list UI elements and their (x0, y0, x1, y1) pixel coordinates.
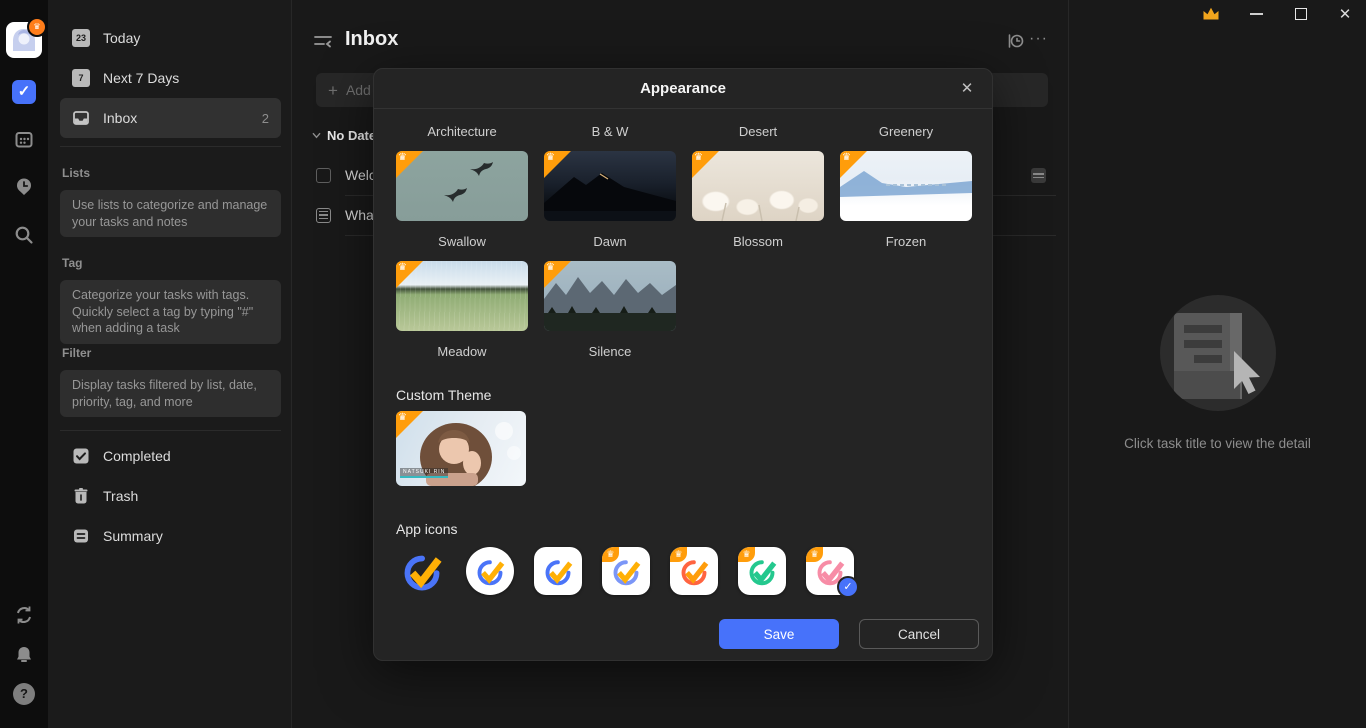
premium-crown-corner-icon (544, 151, 571, 178)
sidebar-item-label: Next 7 Days (103, 70, 179, 86)
theme-label-swallow[interactable]: Swallow (396, 234, 528, 249)
plus-icon (328, 82, 338, 99)
theme-label-desert[interactable]: Desert (692, 124, 824, 139)
theme-label-frozen[interactable]: Frozen (840, 234, 972, 249)
sidebar-item-label: Trash (103, 488, 138, 504)
sidebar-item-completed[interactable]: Completed (60, 436, 281, 476)
section-header-tag: Tag (62, 256, 82, 270)
theme-label-dawn[interactable]: Dawn (544, 234, 676, 249)
sidebar-item-label: Inbox (103, 110, 137, 126)
chevron-down-icon (312, 131, 321, 140)
calendar-nav-icon[interactable] (12, 127, 36, 151)
app-icon-option-classic[interactable] (398, 547, 446, 595)
filter-help-card: Display tasks filtered by list, date, pr… (60, 370, 281, 417)
sidebar-item-next7days[interactable]: 7 Next 7 Days (60, 58, 281, 98)
theme-label-silence[interactable]: Silence (544, 344, 676, 359)
minimize-button[interactable] (1243, 2, 1269, 26)
tag-help-card: Categorize your tasks with tags. Quickly… (60, 280, 281, 344)
dialog-close-icon[interactable] (958, 80, 976, 98)
premium-badge-icon (27, 17, 47, 37)
appearance-dialog: Appearance Architecture B & W Desert Gre… (373, 68, 993, 661)
sidebar-item-trash[interactable]: Trash (60, 476, 281, 516)
today-calendar-icon: 23 (72, 29, 90, 47)
premium-crown-corner-icon (840, 151, 867, 178)
app-icon-option-green-pro[interactable] (738, 547, 786, 595)
maximize-restore-button[interactable] (1288, 2, 1314, 26)
theme-thumb-silence[interactable] (544, 261, 676, 331)
theme-thumb-dawn[interactable] (544, 151, 676, 221)
sidebar-item-label: Completed (103, 448, 171, 464)
premium-crown-icon[interactable] (1198, 2, 1224, 26)
app-icon-option-white-circle[interactable] (466, 547, 514, 595)
app-root: 23 Today 7 Next 7 Days Inbox 2 Lists Use… (0, 0, 1366, 728)
sidebar-item-label: Today (103, 30, 140, 46)
dialog-title: Appearance (374, 69, 992, 109)
app-icon-option-red-pro[interactable] (670, 547, 718, 595)
theme-thumb-swallow[interactable] (396, 151, 528, 221)
icon-rail (0, 0, 48, 728)
theme-thumb-blossom[interactable] (692, 151, 824, 221)
save-button[interactable]: Save (719, 619, 839, 649)
custom-theme-thumb[interactable]: NATSUKI RIN (396, 411, 526, 486)
user-avatar[interactable] (6, 22, 42, 58)
section-header-filter: Filter (62, 346, 91, 360)
theme-thumb-frozen[interactable] (840, 151, 972, 221)
premium-crown-corner-icon (396, 261, 423, 288)
theme-label-architecture[interactable]: Architecture (396, 124, 528, 139)
task-title[interactable]: Wha (345, 207, 374, 223)
close-window-button[interactable] (1332, 2, 1358, 26)
empty-state-illustration (1160, 295, 1276, 411)
section-header-lists: Lists (62, 166, 90, 180)
task-title[interactable]: Welc (345, 167, 376, 183)
app-icons-heading: App icons (396, 521, 457, 537)
sidebar-item-label: Summary (103, 528, 163, 544)
sidebar-item-today[interactable]: 23 Today (60, 18, 281, 58)
app-icon-option-blue-pro[interactable] (602, 547, 650, 595)
group-label: No Date (327, 128, 376, 143)
sidebar-divider (60, 146, 281, 147)
custom-theme-heading: Custom Theme (396, 387, 491, 403)
app-icon-option-white-square[interactable] (534, 547, 582, 595)
premium-crown-corner-icon (544, 261, 571, 288)
app-icon-option-pink-pro-selected[interactable] (806, 547, 854, 595)
detail-empty-text: Click task title to view the detail (1069, 436, 1366, 451)
page-title: Inbox (345, 28, 398, 51)
note-icon (316, 208, 331, 223)
sync-icon[interactable] (12, 603, 36, 627)
collapse-sidebar-icon[interactable] (314, 34, 332, 48)
search-icon[interactable] (12, 223, 36, 247)
task-checkbox[interactable] (316, 168, 331, 183)
selected-check-badge (837, 576, 859, 598)
focus-pomodoro-nav-icon[interactable] (12, 175, 36, 199)
tasks-nav-icon[interactable] (12, 80, 36, 104)
task-note-indicator-icon (1031, 168, 1046, 183)
sidebar-item-inbox[interactable]: Inbox 2 (60, 98, 281, 138)
cancel-button[interactable]: Cancel (859, 619, 979, 649)
lists-help-card: Use lists to categorize and manage your … (60, 190, 281, 237)
premium-crown-corner-icon (692, 151, 719, 178)
week-calendar-icon: 7 (72, 69, 90, 87)
inbox-tray-icon (72, 109, 90, 127)
inbox-count: 2 (262, 111, 269, 126)
theme-label-greenery[interactable]: Greenery (840, 124, 972, 139)
theme-label-bw[interactable]: B & W (544, 124, 676, 139)
premium-crown-corner-icon (396, 151, 423, 178)
task-detail-panel: Click task title to view the detail (1068, 0, 1366, 728)
theme-label-blossom[interactable]: Blossom (692, 234, 824, 249)
more-options-icon[interactable]: ··· (1029, 30, 1048, 48)
notification-bell-icon[interactable] (12, 643, 36, 667)
custom-theme-caption: NATSUKI RIN (400, 468, 448, 478)
help-icon[interactable] (13, 683, 35, 705)
completed-check-icon (72, 447, 90, 465)
summary-doc-icon (72, 527, 90, 545)
sidebar-divider (60, 430, 281, 431)
theme-thumb-meadow[interactable] (396, 261, 528, 331)
sort-icon[interactable] (1006, 32, 1024, 55)
group-header-no-date[interactable]: No Date (312, 128, 376, 143)
sidebar: 23 Today 7 Next 7 Days Inbox 2 Lists Use… (48, 0, 292, 728)
theme-label-meadow[interactable]: Meadow (396, 344, 528, 359)
premium-crown-corner-icon (396, 411, 423, 438)
trash-icon (72, 487, 90, 505)
sidebar-item-summary[interactable]: Summary (60, 516, 281, 556)
